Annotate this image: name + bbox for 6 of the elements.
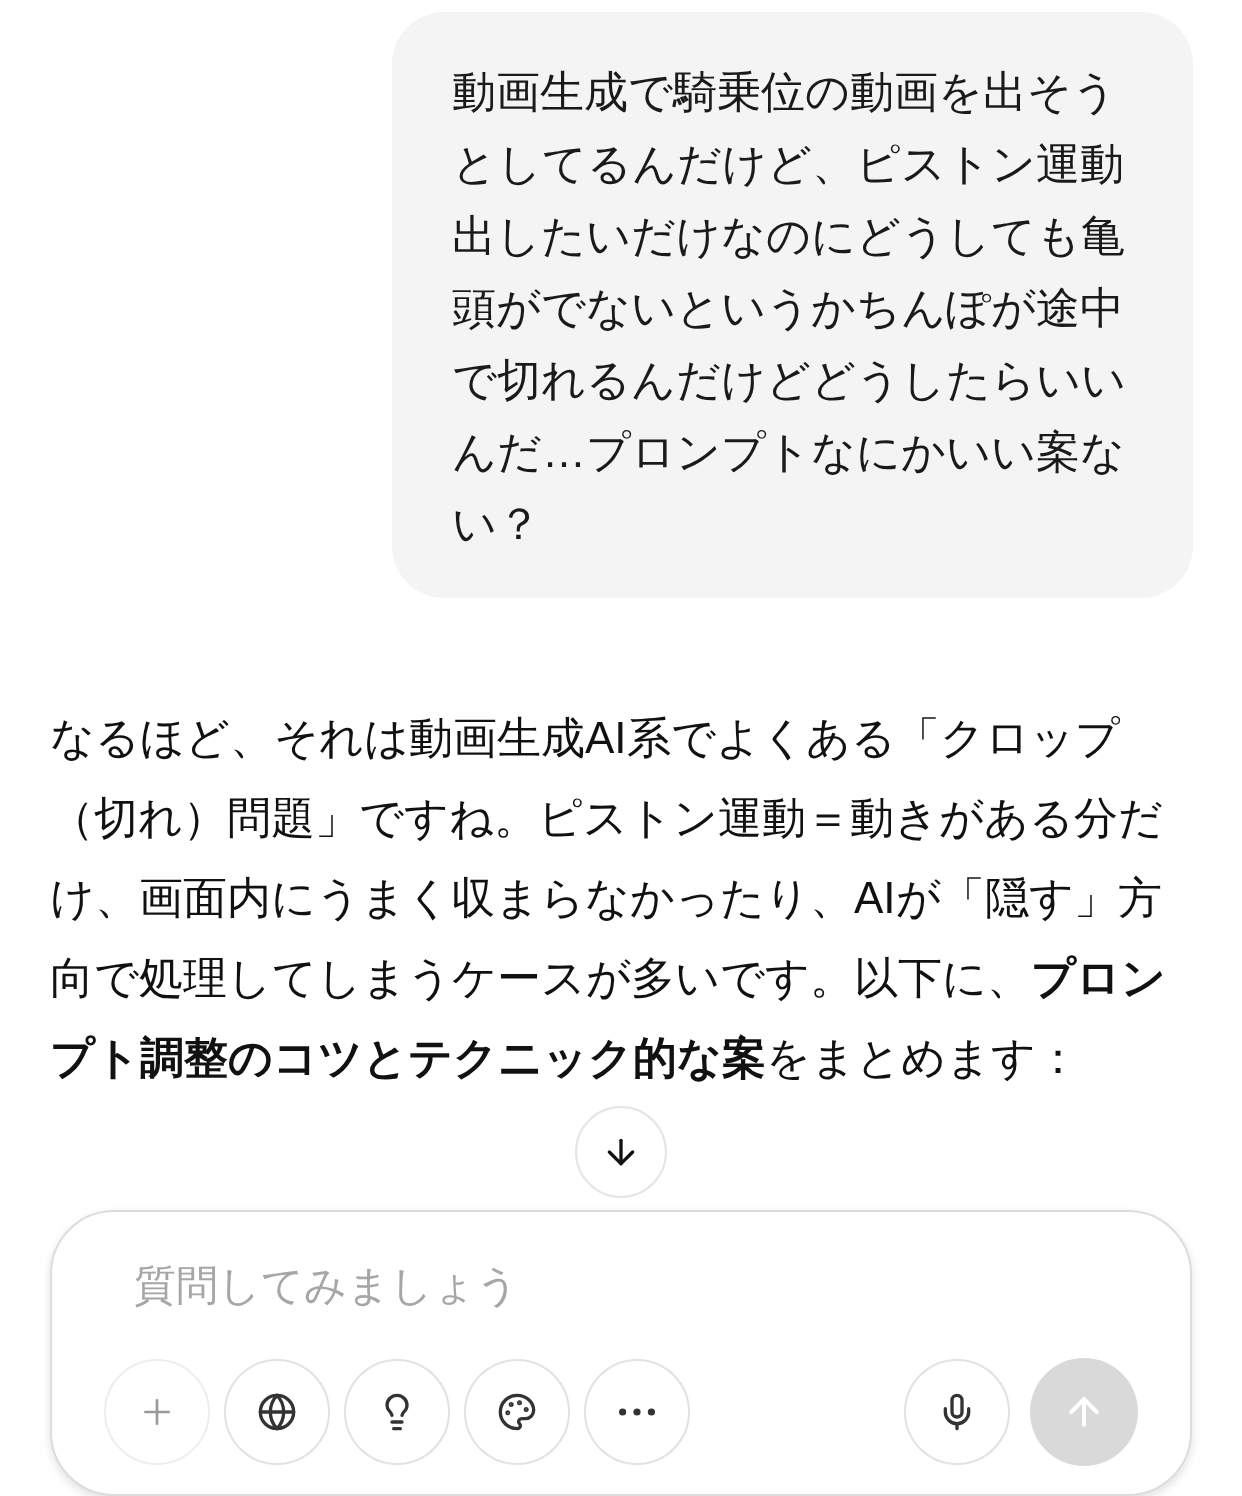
palette-icon xyxy=(497,1392,537,1432)
globe-icon xyxy=(257,1392,297,1432)
user-message-text: 動画生成で騎乗位の動画を出そうとしてるんだけど、ピストン運動出したいだけなのにどうしても亀頭がでないというかちんぽが途中で切れるんだけどどうしたらいいんだ…プロンプトなにかいい案ない？ xyxy=(452,67,1126,548)
question-input-field[interactable]: 質問してみましょう xyxy=(134,1254,1138,1317)
assistant-message-text: なるほど、それは動画生成AI系でよくある「クロップ（切れ）問題」ですね。ピストン運動＝動きがある分だけ、画面内にうまく収まらなかったり、AIが「隠す」方向で処理してしまうケースが多いです。以下に、プロンプト調整のコツとテクニック的な案をまとめます： xyxy=(50,712,1167,1084)
more-icon xyxy=(619,1408,655,1416)
